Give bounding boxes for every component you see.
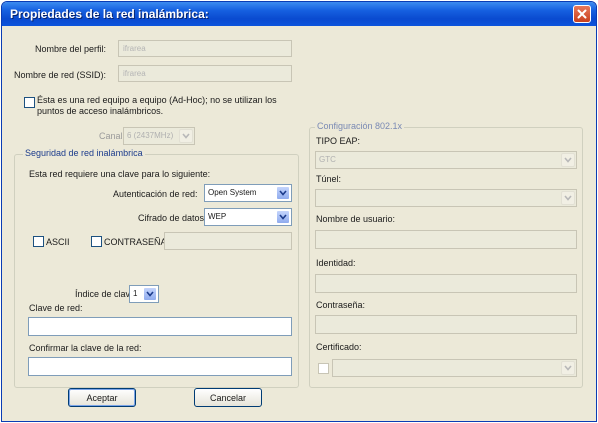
channel-label: Canal: <box>99 131 126 141</box>
network-key-input[interactable] <box>28 317 292 336</box>
ssid-label: Nombre de red (SSID): <box>14 70 107 80</box>
username-label: Nombre de usuario: <box>316 214 396 224</box>
title-bar[interactable]: Propiedades de la red inalámbrica: <box>2 2 596 26</box>
key-index-label: Índice de clave <box>75 289 136 299</box>
password-checkbox[interactable] <box>91 236 102 247</box>
eap-type-label: TIPO EAP: <box>316 136 361 146</box>
chevron-down-icon <box>279 214 287 220</box>
identity-label: Identidad: <box>316 258 356 268</box>
encryption-dropdown-button[interactable] <box>276 210 290 224</box>
adhoc-label-line1: Ésta es una red equipo a equipo (Ad-Hoc)… <box>37 95 277 105</box>
adhoc-label-line2: puntos de acceso inalámbricos. <box>37 106 164 116</box>
identity-input[interactable] <box>315 274 577 293</box>
profile-name-label: Nombre del perfil: <box>35 44 107 54</box>
security-group-title: Seguridad de red inalámbrica <box>23 148 145 158</box>
chevron-down-icon <box>564 157 572 163</box>
ascii-label: ASCII <box>46 237 70 247</box>
confirm-key-input[interactable] <box>28 357 292 376</box>
password-input[interactable] <box>315 315 577 334</box>
window-title: Propiedades de la red inalámbrica: <box>10 7 209 21</box>
network-key-label: Clave de red: <box>29 303 83 313</box>
encryption-label: Cifrado de datos: <box>138 213 207 223</box>
password-label: Contraseña: <box>316 300 366 310</box>
certificate-checkbox[interactable] <box>318 363 329 374</box>
chevron-down-icon <box>146 291 154 297</box>
eap-type-value: GTC <box>319 155 336 164</box>
accept-button[interactable]: Aceptar <box>68 388 136 407</box>
encryption-value: WEP <box>208 212 227 221</box>
channel-select[interactable]: 6 (2437MHz) <box>123 127 195 145</box>
cancel-button[interactable]: Cancelar <box>194 388 262 407</box>
chevron-down-icon <box>564 195 572 201</box>
username-input[interactable] <box>315 230 577 249</box>
confirm-key-label: Confirmar la clave de la red: <box>29 343 142 353</box>
ssid-input[interactable]: ifrarea <box>118 65 292 82</box>
key-index-value: 1 <box>133 289 138 298</box>
config-8021x-group-title: Configuración 802.1x <box>315 121 405 131</box>
encryption-select[interactable]: WEP <box>204 208 292 226</box>
wireless-properties-dialog: Propiedades de la red inalámbrica: Nombr… <box>1 1 597 422</box>
channel-dropdown-button[interactable] <box>179 129 193 143</box>
tunnel-dropdown-button[interactable] <box>561 191 575 205</box>
chevron-down-icon <box>279 190 287 196</box>
eap-type-select[interactable]: GTC <box>315 151 577 169</box>
auth-dropdown-button[interactable] <box>276 186 290 200</box>
chevron-down-icon <box>564 365 572 371</box>
key-index-dropdown-button[interactable] <box>143 287 157 301</box>
close-button[interactable] <box>573 5 591 23</box>
tunnel-label: Túnel: <box>316 174 342 184</box>
accept-button-label: Aceptar <box>86 392 118 403</box>
channel-value: 6 (2437MHz) <box>127 131 174 140</box>
chevron-down-icon <box>182 133 190 139</box>
adhoc-checkbox[interactable] <box>24 97 35 108</box>
auth-value: Open System <box>208 188 257 197</box>
key-index-select[interactable]: 1 <box>129 285 159 303</box>
requires-key-text: Esta red requiere una clave para lo sigu… <box>29 169 211 179</box>
password-ascii-input[interactable] <box>164 232 292 250</box>
profile-name-input[interactable]: ifrarea <box>118 40 292 57</box>
certificate-select[interactable] <box>332 359 577 377</box>
password-checkbox-label: CONTRASEÑA <box>104 237 167 247</box>
certificate-label: Certificado: <box>316 342 362 352</box>
certificate-dropdown-button[interactable] <box>561 361 575 375</box>
close-icon <box>577 9 587 19</box>
tunnel-select[interactable] <box>315 189 577 207</box>
auth-label: Autenticación de red: <box>113 189 198 199</box>
cancel-button-label: Cancelar <box>209 392 247 403</box>
ascii-checkbox[interactable] <box>33 236 44 247</box>
eap-type-dropdown-button[interactable] <box>561 153 575 167</box>
auth-select[interactable]: Open System <box>204 184 292 202</box>
